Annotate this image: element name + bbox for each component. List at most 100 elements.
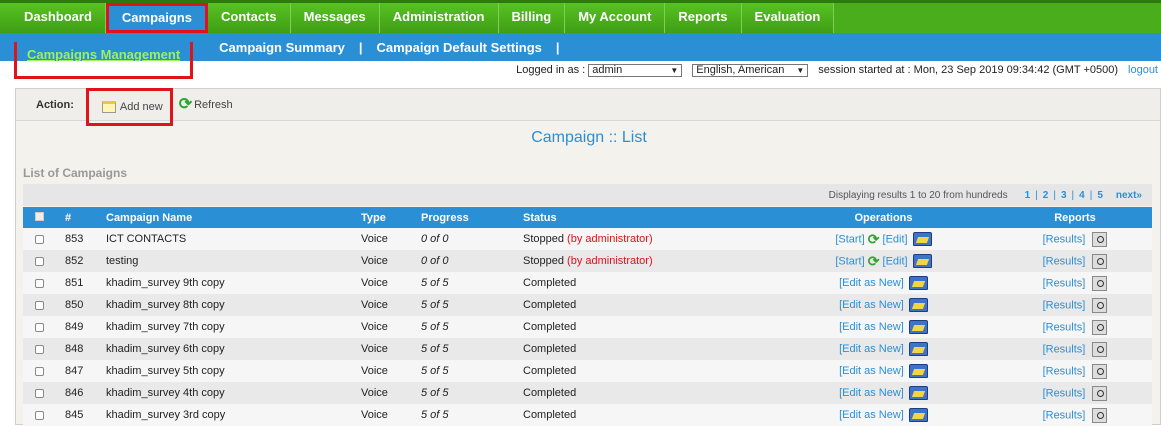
- status-text: Completed: [523, 321, 577, 333]
- row-operations: [Edit as New]: [769, 404, 998, 426]
- edit-as-new-link[interactable]: [Edit as New]: [839, 321, 904, 333]
- select-all-checkbox[interactable]: [35, 211, 44, 221]
- table-header-row: # Campaign Name Type Progress Status Ope…: [23, 207, 1152, 228]
- start-link[interactable]: [Start]: [835, 255, 864, 267]
- start-link[interactable]: [Start]: [835, 233, 864, 245]
- magnifier-icon[interactable]: [1092, 253, 1108, 269]
- page-link-4[interactable]: 4: [1079, 190, 1085, 201]
- user-select[interactable]: admin ▼: [588, 63, 683, 77]
- subnav-separator: |: [555, 39, 560, 55]
- folder-icon[interactable]: [908, 386, 928, 400]
- nav-tab-campaigns[interactable]: Campaigns: [105, 3, 208, 33]
- row-id: 853: [65, 233, 84, 245]
- row-status: Stopped (by administrator): [519, 250, 769, 272]
- page-link-2[interactable]: 2: [1043, 190, 1049, 201]
- add-new-button[interactable]: Add new: [85, 87, 173, 126]
- row-status: Completed: [519, 316, 769, 338]
- nav-tab-evaluation[interactable]: Evaluation: [741, 3, 835, 33]
- nav-tab-dashboard[interactable]: Dashboard: [0, 3, 106, 33]
- results-link[interactable]: [Results]: [1043, 321, 1086, 333]
- magnifier-icon[interactable]: [1092, 231, 1108, 247]
- page-link-1[interactable]: 1: [1025, 190, 1031, 201]
- magnifier-icon[interactable]: [1092, 275, 1108, 291]
- row-checkbox[interactable]: [35, 234, 44, 244]
- row-progress: 0 of 0: [421, 233, 449, 245]
- magnifier-icon[interactable]: [1092, 297, 1108, 313]
- results-link[interactable]: [Results]: [1043, 277, 1086, 289]
- subnav-campaign-summary[interactable]: Campaign Summary: [211, 40, 353, 55]
- row-name: khadim_survey 7th copy: [106, 321, 225, 333]
- results-link[interactable]: [Results]: [1043, 255, 1086, 267]
- edit-as-new-link[interactable]: [Edit as New]: [839, 277, 904, 289]
- results-link[interactable]: [Results]: [1043, 343, 1086, 355]
- select-all-header[interactable]: [23, 207, 61, 228]
- row-progress: 5 of 5: [421, 343, 449, 355]
- action-bar: Action: Add new ⟳ Refresh: [16, 87, 1160, 126]
- results-link[interactable]: [Results]: [1043, 365, 1086, 377]
- row-checkbox[interactable]: [35, 256, 44, 266]
- status-text: Completed: [523, 409, 577, 421]
- row-type: Voice: [361, 277, 388, 289]
- edit-as-new-link[interactable]: [Edit as New]: [839, 365, 904, 377]
- folder-icon[interactable]: [908, 342, 928, 356]
- col-status: Status: [523, 211, 557, 224]
- nav-tab-my-account[interactable]: My Account: [565, 3, 666, 33]
- edit-as-new-link[interactable]: [Edit as New]: [839, 299, 904, 311]
- restart-icon[interactable]: ⟳: [868, 253, 880, 269]
- row-progress: 5 of 5: [421, 387, 449, 399]
- nav-tab-contacts[interactable]: Contacts: [207, 3, 291, 33]
- row-checkbox[interactable]: [35, 410, 44, 420]
- row-checkbox[interactable]: [35, 388, 44, 398]
- nav-tab-messages[interactable]: Messages: [290, 3, 380, 33]
- row-checkbox[interactable]: [35, 366, 44, 376]
- status-text: Completed: [523, 387, 577, 399]
- magnifier-icon[interactable]: [1092, 341, 1108, 357]
- nav-tab-reports[interactable]: Reports: [665, 3, 742, 33]
- row-reports: [Results]: [998, 250, 1152, 272]
- row-status: Completed: [519, 272, 769, 294]
- row-checkbox[interactable]: [35, 322, 44, 332]
- row-checkbox[interactable]: [35, 278, 44, 288]
- row-checkbox[interactable]: [35, 344, 44, 354]
- status-text: Completed: [523, 299, 577, 311]
- table-row: 851 khadim_survey 9th copy Voice 5 of 5 …: [23, 272, 1152, 294]
- row-operations: [Edit as New]: [769, 338, 998, 360]
- magnifier-icon[interactable]: [1092, 319, 1108, 335]
- subnav-campaign-default-settings[interactable]: Campaign Default Settings: [369, 40, 550, 55]
- row-checkbox[interactable]: [35, 300, 44, 310]
- refresh-icon: ⟳: [178, 95, 193, 113]
- results-link[interactable]: [Results]: [1043, 233, 1086, 245]
- edit-link[interactable]: [Edit]: [883, 255, 908, 267]
- row-operations: [Edit as New]: [769, 316, 998, 338]
- language-select[interactable]: English, American ▼: [692, 63, 809, 77]
- edit-as-new-link[interactable]: [Edit as New]: [839, 343, 904, 355]
- folder-icon[interactable]: [908, 320, 928, 334]
- page-link-3[interactable]: 3: [1061, 190, 1067, 201]
- magnifier-icon[interactable]: [1092, 407, 1108, 423]
- folder-icon[interactable]: [908, 276, 928, 290]
- row-reports: [Results]: [998, 404, 1152, 426]
- page-link-5[interactable]: 5: [1097, 190, 1103, 201]
- results-link[interactable]: [Results]: [1043, 299, 1086, 311]
- folder-icon[interactable]: [908, 364, 928, 378]
- folder-icon[interactable]: [912, 254, 932, 268]
- refresh-button[interactable]: ⟳ Refresh: [178, 95, 233, 113]
- logout-link[interactable]: logout: [1128, 64, 1158, 76]
- row-reports: [Results]: [998, 316, 1152, 338]
- edit-link[interactable]: [Edit]: [883, 233, 908, 245]
- nav-tab-billing[interactable]: Billing: [498, 3, 566, 33]
- restart-icon[interactable]: ⟳: [868, 231, 880, 247]
- nav-tab-administration[interactable]: Administration: [379, 3, 499, 33]
- magnifier-icon[interactable]: [1092, 385, 1108, 401]
- folder-icon[interactable]: [908, 298, 928, 312]
- results-link[interactable]: [Results]: [1043, 409, 1086, 421]
- row-reports: [Results]: [998, 382, 1152, 404]
- edit-as-new-link[interactable]: [Edit as New]: [839, 409, 904, 421]
- next-page-link[interactable]: next»: [1116, 190, 1142, 201]
- magnifier-icon[interactable]: [1092, 363, 1108, 379]
- folder-icon[interactable]: [912, 232, 932, 246]
- results-link[interactable]: [Results]: [1043, 387, 1086, 399]
- edit-as-new-link[interactable]: [Edit as New]: [839, 387, 904, 399]
- folder-icon[interactable]: [908, 408, 928, 422]
- row-reports: [Results]: [998, 294, 1152, 316]
